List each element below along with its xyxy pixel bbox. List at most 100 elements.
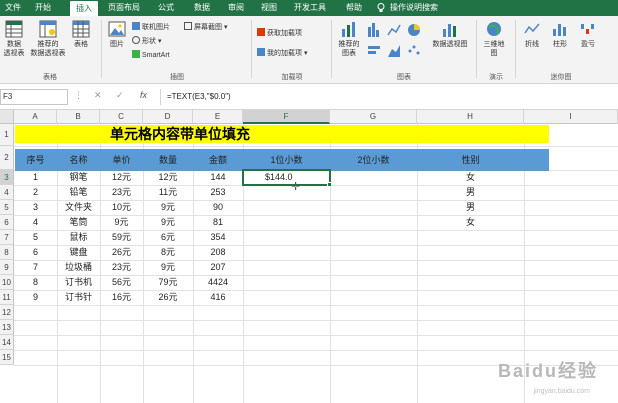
row-header-14[interactable]: 14 xyxy=(0,335,14,350)
column-header-g[interactable]: G xyxy=(330,110,417,124)
header-cell[interactable]: 数量 xyxy=(143,149,193,171)
sparkline-column-button[interactable]: 柱形 xyxy=(548,20,572,49)
table-cell[interactable]: 5 xyxy=(14,230,57,245)
column-header-e[interactable]: E xyxy=(193,110,243,124)
table-cell[interactable] xyxy=(243,185,330,200)
header-cell[interactable]: 金额 xyxy=(193,149,243,171)
table-cell[interactable]: 钢笔 xyxy=(57,170,100,185)
table-cell[interactable]: 铅笔 xyxy=(57,185,100,200)
table-cell[interactable]: 鼠标 xyxy=(57,230,100,245)
table-cell[interactable]: 11元 xyxy=(143,185,193,200)
formula-input[interactable]: =TEXT(E3,"$0.0") xyxy=(160,89,618,105)
smartart-button[interactable]: SmartArt xyxy=(132,50,170,61)
table-cell[interactable]: $144.0 xyxy=(243,170,330,185)
table-cell[interactable]: 男 xyxy=(417,185,524,200)
table-cell[interactable]: 208 xyxy=(193,245,243,260)
table-cell[interactable]: 9元 xyxy=(143,260,193,275)
tab-developer[interactable]: 开发工具 xyxy=(290,0,330,16)
tab-data[interactable]: 数据 xyxy=(189,0,215,16)
tab-view[interactable]: 视图 xyxy=(256,0,282,16)
column-header-d[interactable]: D xyxy=(143,110,193,124)
sparkline-winloss-button[interactable]: 盈亏 xyxy=(576,20,600,49)
row-header-11[interactable]: 11 xyxy=(0,290,14,305)
insert-function-icon[interactable]: fx xyxy=(140,90,147,100)
table-cell[interactable] xyxy=(243,215,330,230)
column-header-i[interactable]: I xyxy=(524,110,618,124)
table-cell[interactable]: 144 xyxy=(193,170,243,185)
table-cell[interactable] xyxy=(243,200,330,215)
table-cell[interactable] xyxy=(330,230,417,245)
tab-review[interactable]: 审阅 xyxy=(223,0,249,16)
screenshot-button[interactable]: 屏幕截图 ▾ xyxy=(184,22,227,33)
row-header-13[interactable]: 13 xyxy=(0,320,14,335)
row-header-5[interactable]: 5 xyxy=(0,200,14,215)
table-cell[interactable]: 订书机 xyxy=(57,275,100,290)
table-cell[interactable]: 键盘 xyxy=(57,245,100,260)
table-cell[interactable] xyxy=(330,200,417,215)
table-cell[interactable]: 10元 xyxy=(100,200,143,215)
tab-help[interactable]: 帮助 xyxy=(341,0,367,16)
table-cell[interactable]: 253 xyxy=(193,185,243,200)
fill-handle[interactable] xyxy=(327,182,332,187)
online-pictures-button[interactable]: 联机图片 xyxy=(132,22,170,33)
table-cell[interactable]: 女 xyxy=(417,170,524,185)
row-header-6[interactable]: 6 xyxy=(0,215,14,230)
table-cell[interactable] xyxy=(243,275,330,290)
sheet-title[interactable]: 单元格内容带单位填充 xyxy=(110,125,250,143)
table-cell[interactable]: 9元 xyxy=(143,215,193,230)
my-addins-button[interactable]: 我的加载项 ▾ xyxy=(257,48,307,59)
column-header-b[interactable]: B xyxy=(57,110,100,124)
table-cell[interactable] xyxy=(330,290,417,305)
lightbulb-icon[interactable] xyxy=(374,0,388,16)
table-cell[interactable]: 26元 xyxy=(100,245,143,260)
header-cell[interactable]: 单价 xyxy=(100,149,143,171)
header-cell[interactable]: 名称 xyxy=(57,149,100,171)
table-cell[interactable]: 79元 xyxy=(143,275,193,290)
table-cell[interactable] xyxy=(330,185,417,200)
table-cell[interactable]: 订书针 xyxy=(57,290,100,305)
table-cell[interactable] xyxy=(330,275,417,290)
table-cell[interactable]: 女 xyxy=(417,215,524,230)
header-cell[interactable]: 序号 xyxy=(14,149,57,171)
header-cell[interactable]: 性别 xyxy=(417,149,524,171)
table-cell[interactable]: 1 xyxy=(14,170,57,185)
table-cell[interactable]: 6元 xyxy=(143,230,193,245)
row-header-12[interactable]: 12 xyxy=(0,305,14,320)
table-cell[interactable]: 81 xyxy=(193,215,243,230)
table-cell[interactable]: 207 xyxy=(193,260,243,275)
select-all-corner[interactable] xyxy=(0,110,14,124)
table-cell[interactable]: 26元 xyxy=(143,290,193,305)
column-header-a[interactable]: A xyxy=(14,110,57,124)
table-cell[interactable] xyxy=(330,215,417,230)
table-cell[interactable] xyxy=(417,290,524,305)
recommended-pivot-button[interactable]: 推荐的 数据透视表 xyxy=(30,20,66,58)
sparkline-line-button[interactable]: 折线 xyxy=(520,20,544,49)
tell-me-search[interactable]: 操作说明搜索 xyxy=(390,0,446,16)
name-box[interactable]: F3 xyxy=(0,89,68,105)
table-cell[interactable] xyxy=(330,170,417,185)
table-cell[interactable]: 23元 xyxy=(100,260,143,275)
row-header-2[interactable]: 2 xyxy=(0,146,14,170)
chart-types-gallery[interactable] xyxy=(366,21,428,64)
header-cell[interactable]: 1位小数 xyxy=(243,149,330,171)
table-cell[interactable] xyxy=(417,260,524,275)
table-cell[interactable] xyxy=(330,260,417,275)
get-addins-button[interactable]: 获取加载项 xyxy=(257,28,302,39)
table-cell[interactable]: 2 xyxy=(14,185,57,200)
row-header-8[interactable]: 8 xyxy=(0,245,14,260)
table-button[interactable]: 表格 xyxy=(70,20,92,49)
table-cell[interactable]: 12元 xyxy=(100,170,143,185)
row-header-7[interactable]: 7 xyxy=(0,230,14,245)
shapes-button[interactable]: 形状 ▾ xyxy=(132,36,161,47)
tab-page-layout[interactable]: 页面布局 xyxy=(104,0,144,16)
table-cell[interactable]: 354 xyxy=(193,230,243,245)
table-cell[interactable]: 90 xyxy=(193,200,243,215)
table-cell[interactable] xyxy=(243,290,330,305)
table-cell[interactable]: 文件夹 xyxy=(57,200,100,215)
table-cell[interactable]: 9元 xyxy=(100,215,143,230)
table-cell[interactable]: 23元 xyxy=(100,185,143,200)
pivot-table-button[interactable]: 数据 透视表 xyxy=(2,20,26,58)
get-addins-label[interactable]: 获取加载项 xyxy=(267,30,302,37)
column-header-h[interactable]: H xyxy=(417,110,524,124)
table-cell[interactable] xyxy=(417,245,524,260)
